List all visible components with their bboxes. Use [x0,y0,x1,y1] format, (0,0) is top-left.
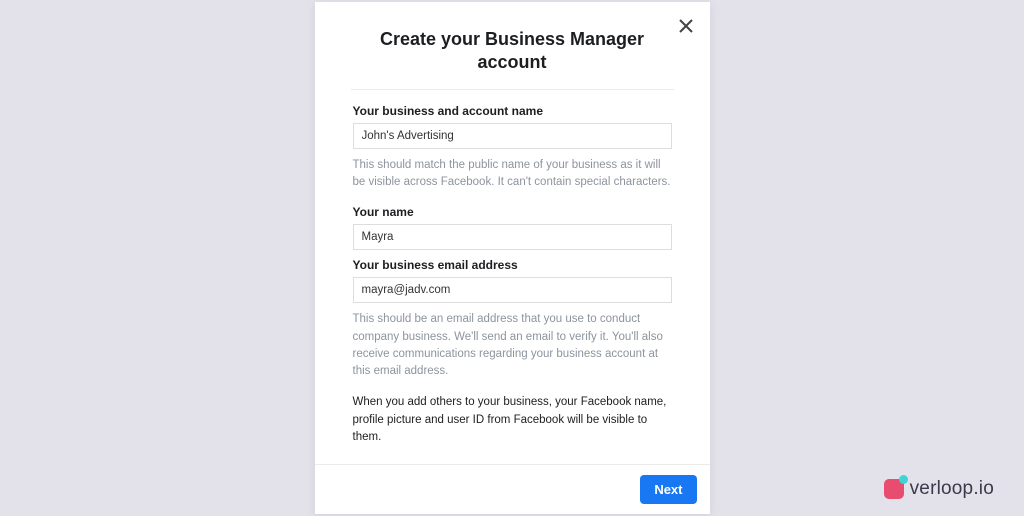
next-button[interactable]: Next [640,475,696,504]
close-button[interactable] [674,14,698,38]
divider [351,89,674,90]
verloop-logo: verloop.io [884,478,994,500]
business-email-input[interactable] [353,277,672,303]
business-name-help: This should match the public name of you… [353,157,672,192]
verloop-logo-mark [884,479,904,499]
modal-footer: Next [315,464,710,514]
business-name-input[interactable] [353,123,672,149]
visibility-notice: When you add others to your business, yo… [353,394,672,446]
verloop-logo-text: verloop.io [910,478,994,500]
business-email-help: This should be an email address that you… [353,311,672,380]
close-icon [679,19,693,33]
your-name-label: Your name [353,205,672,219]
modal-title: Create your Business Manager account [353,28,672,75]
your-name-input[interactable] [353,224,672,250]
modal-body: Create your Business Manager account You… [315,2,710,464]
business-email-label: Your business email address [353,258,672,272]
create-business-manager-modal: Create your Business Manager account You… [315,2,710,514]
business-name-label: Your business and account name [353,104,672,118]
